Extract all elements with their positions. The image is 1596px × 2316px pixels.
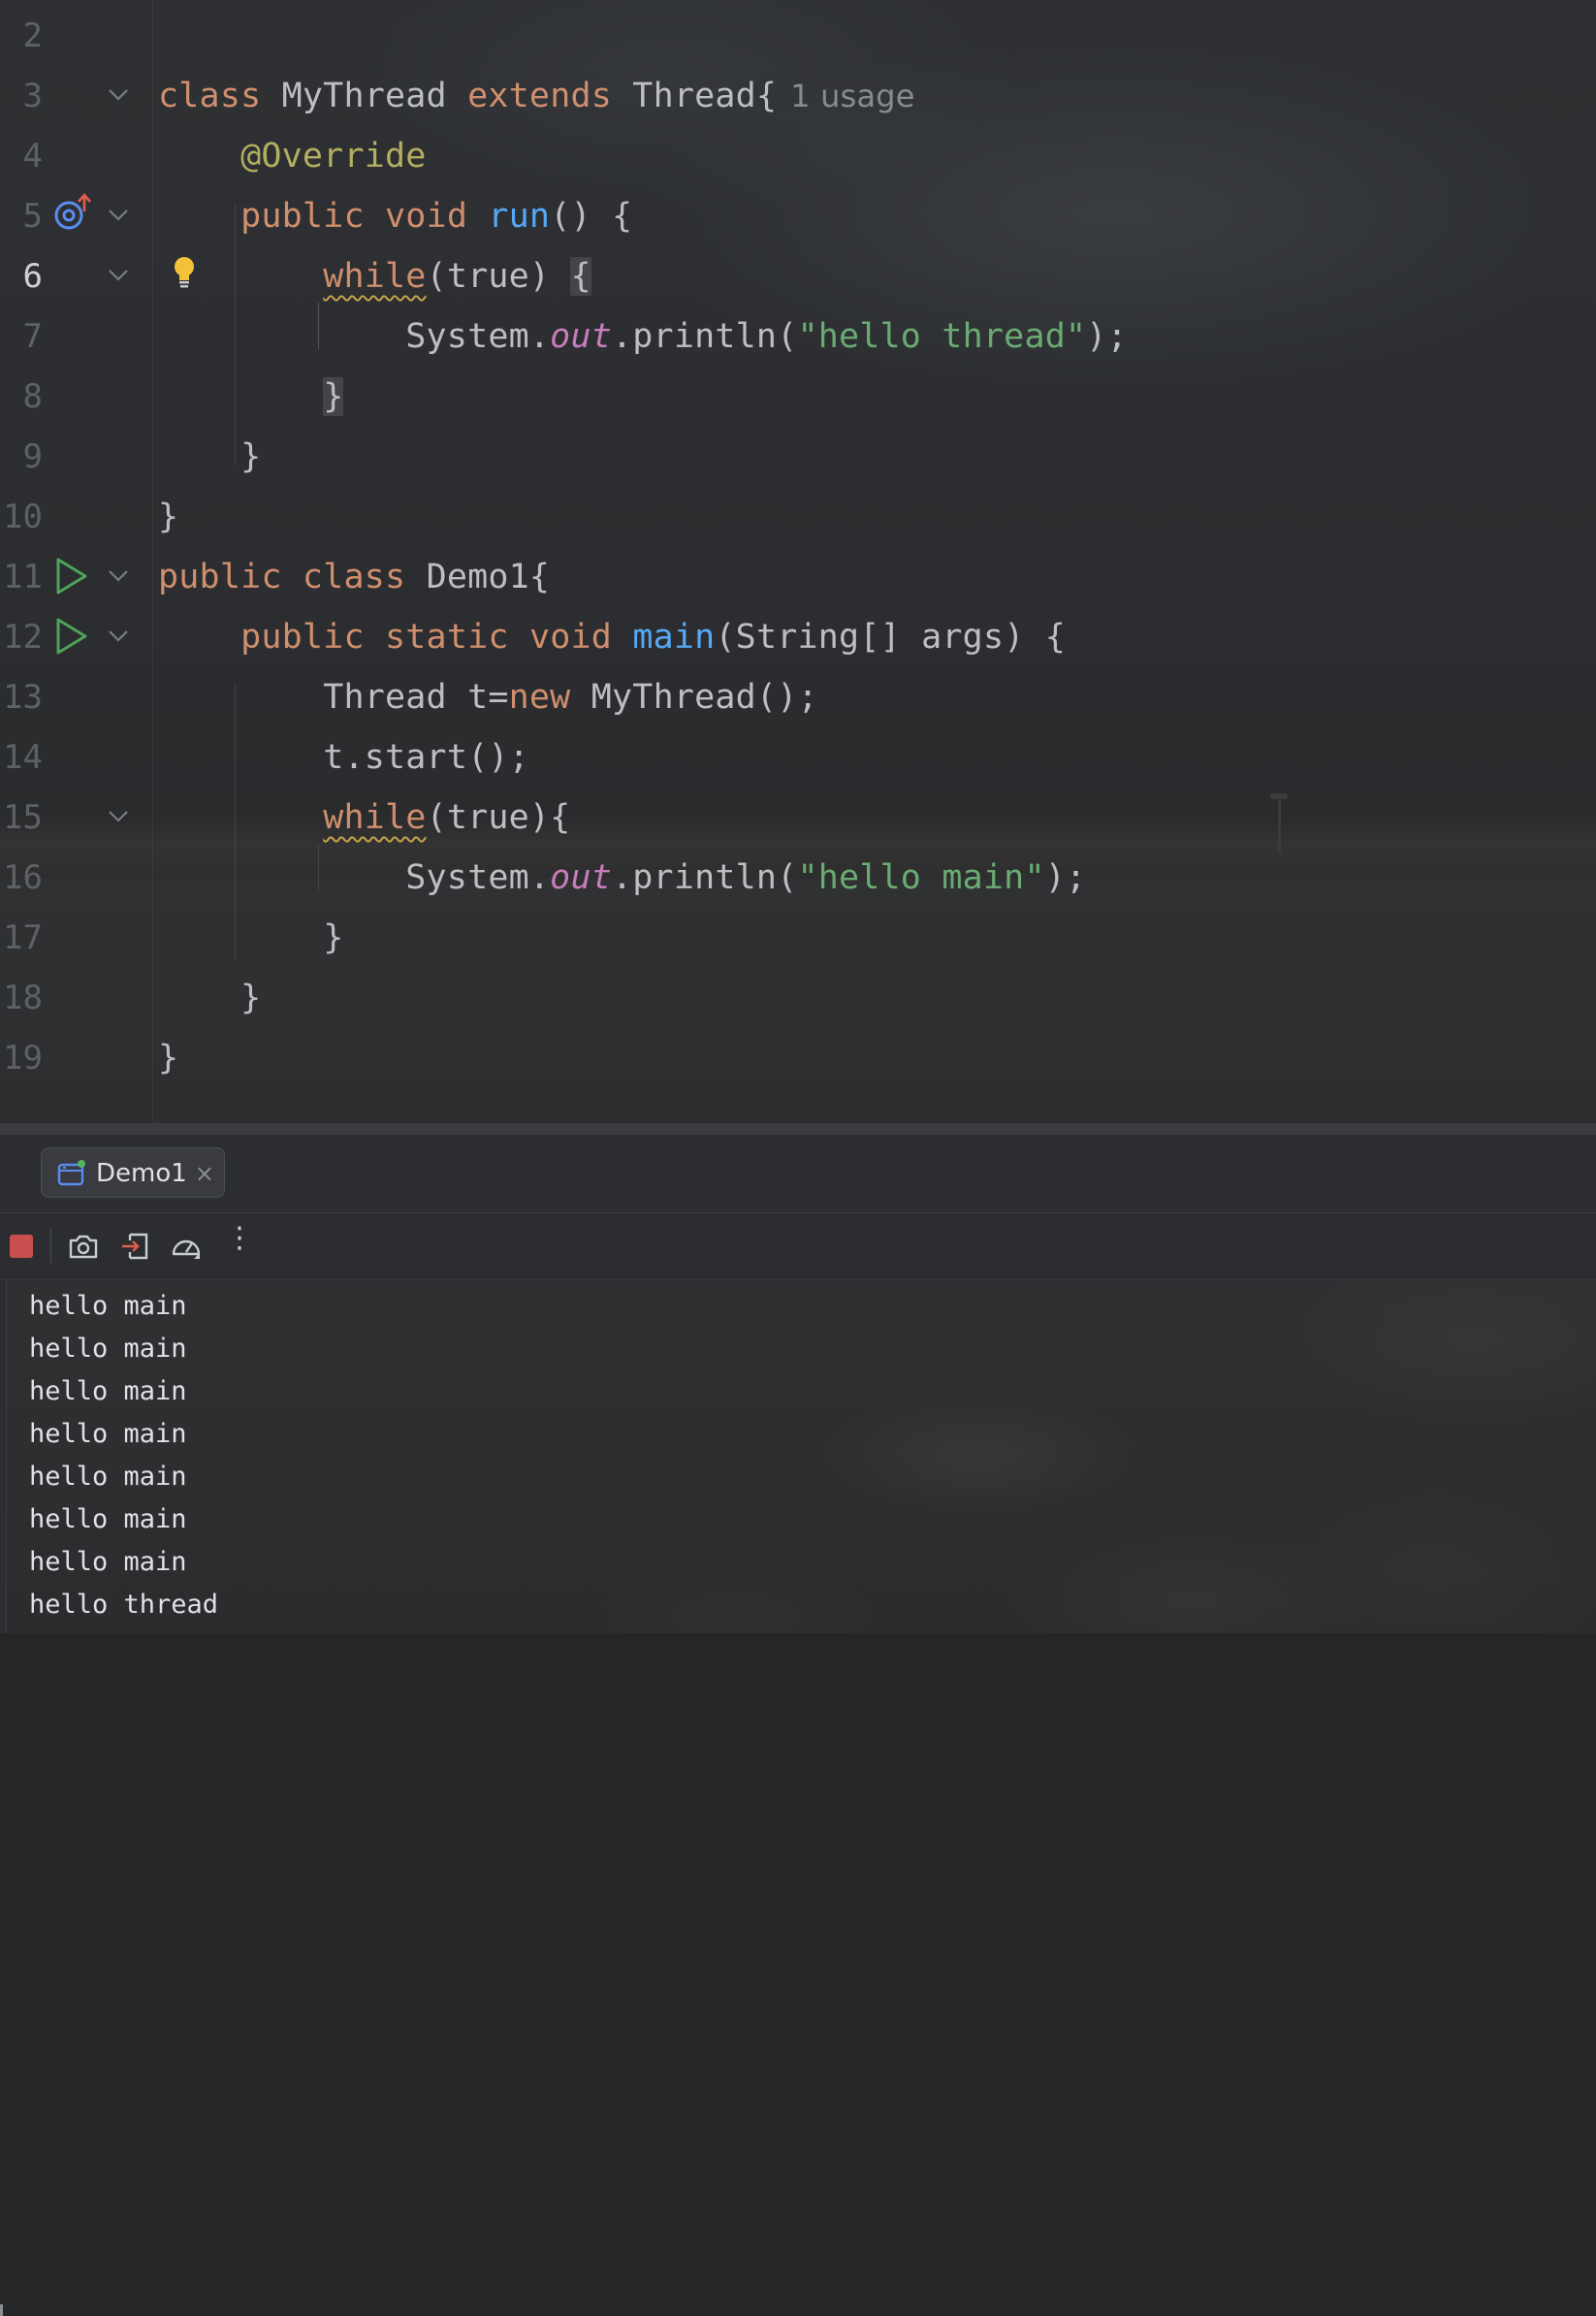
console-line: hello main <box>29 1504 187 1534</box>
line-number: 11 <box>3 558 43 596</box>
chevron-down-icon[interactable] <box>107 566 130 586</box>
code-line-9[interactable]: 9 } <box>0 427 1596 487</box>
code-line-10[interactable]: 10 } <box>0 487 1596 547</box>
code-line-11[interactable]: 11 public class Demo1{ <box>0 547 1596 607</box>
code-line-7[interactable]: 7 System.out.println("hello thread"); <box>0 306 1596 367</box>
code-text: System.out.println("hello thread"); <box>405 317 1128 356</box>
code-text: class MyThread extends Thread{1 usage <box>158 77 915 115</box>
code-line-17[interactable]: 17 } <box>0 908 1596 968</box>
code-text: } <box>158 498 179 536</box>
tab-label: Demo1 <box>96 1159 187 1188</box>
override-method-icon[interactable] <box>52 192 93 233</box>
run-icon[interactable] <box>54 617 89 656</box>
code-line-6[interactable]: 6 while(true) { <box>0 246 1596 306</box>
code-line-5[interactable]: 5 public void run() { <box>0 186 1596 246</box>
chevron-down-icon[interactable] <box>107 627 130 646</box>
chevron-down-icon[interactable] <box>107 85 130 105</box>
line-number: 16 <box>3 858 43 897</box>
console-line: hello main <box>29 1419 187 1449</box>
console-line: hello main <box>29 1376 187 1406</box>
code-line-8[interactable]: 8 } <box>0 367 1596 427</box>
code-text: public void run() { <box>240 197 633 236</box>
application-icon <box>57 1160 85 1186</box>
close-icon[interactable]: × <box>195 1148 214 1199</box>
code-text: } <box>240 979 262 1017</box>
toolbar-divider <box>50 1229 51 1264</box>
code-text: @Override <box>240 137 427 176</box>
line-number: 2 <box>22 16 43 55</box>
console-line: hello main <box>29 1291 187 1321</box>
code-line-2[interactable]: 2 <box>0 6 1596 66</box>
run-toolbar: ⋮ <box>0 1213 1596 1280</box>
exit-icon[interactable] <box>118 1229 153 1264</box>
chevron-down-icon[interactable] <box>107 266 130 285</box>
line-number: 3 <box>22 77 43 115</box>
code-text: } <box>323 918 344 957</box>
console-gutter <box>0 1280 7 1633</box>
line-number: 5 <box>22 197 43 236</box>
line-number: 14 <box>3 738 43 777</box>
code-text: System.out.println("hello main"); <box>405 858 1087 897</box>
chevron-down-icon[interactable] <box>107 206 130 225</box>
console-line: hello main <box>29 1334 187 1364</box>
line-number: 7 <box>22 317 43 356</box>
stop-icon[interactable] <box>6 1229 41 1264</box>
run-icon[interactable] <box>54 557 89 595</box>
line-number: 12 <box>3 618 43 657</box>
code-text: public static void main(String[] args) { <box>240 618 1067 657</box>
console-line: hello thread <box>29 1590 219 1620</box>
console-output[interactable]: hello main hello main hello main hello m… <box>0 1280 1596 1633</box>
code-text: t.start(); <box>323 738 529 777</box>
line-number: 6 <box>22 257 43 296</box>
code-line-3[interactable]: 3 class MyThread extends Thread{1 usage <box>0 66 1596 126</box>
code-editor[interactable]: 2 3 class MyThread extends Thread{1 usag… <box>0 0 1596 1123</box>
line-number: 4 <box>22 137 43 176</box>
console-line: hello main <box>29 1547 187 1577</box>
line-number: 19 <box>3 1039 43 1078</box>
line-number: 15 <box>3 798 43 837</box>
usage-hint[interactable]: 1 usage <box>790 78 915 114</box>
chevron-down-icon[interactable] <box>107 807 130 826</box>
code-text: } <box>158 1039 179 1078</box>
code-line-19[interactable]: 19 } <box>0 1028 1596 1088</box>
panel-resize-handle[interactable] <box>0 1123 1596 1135</box>
line-number: 10 <box>3 498 43 536</box>
code-line-14[interactable]: 14 t.start(); <box>0 727 1596 788</box>
code-line-13[interactable]: 13 Thread t=new MyThread(); <box>0 667 1596 727</box>
camera-icon[interactable] <box>66 1229 101 1264</box>
console-line: hello main <box>29 1462 187 1492</box>
line-number: 13 <box>3 678 43 717</box>
code-line-15[interactable]: 15 while(true){ <box>0 788 1596 848</box>
code-text: public class Demo1{ <box>158 558 551 596</box>
code-text: while(true) { <box>323 257 591 296</box>
code-text: Thread t=new MyThread(); <box>323 678 818 717</box>
code-line-4[interactable]: 4 @Override <box>0 126 1596 186</box>
more-options-icon[interactable]: ⋮ <box>225 1221 254 1255</box>
code-text: } <box>240 437 262 476</box>
code-line-16[interactable]: 16 System.out.println("hello main"); <box>0 848 1596 908</box>
code-text: while(true){ <box>323 798 571 837</box>
line-number: 9 <box>22 437 43 476</box>
line-number: 18 <box>3 979 43 1017</box>
code-line-18[interactable]: 18 } <box>0 968 1596 1028</box>
line-number: 8 <box>22 377 43 416</box>
code-text: } <box>323 377 344 416</box>
tab-demo1[interactable]: Demo1 × <box>41 1147 225 1198</box>
run-tabs-bar: Demo1 × <box>0 1135 1596 2316</box>
gauge-icon[interactable] <box>169 1229 204 1264</box>
edge-marker <box>0 2304 3 2316</box>
line-number: 17 <box>3 918 43 957</box>
code-line-12[interactable]: 12 public static void main(String[] args… <box>0 607 1596 667</box>
